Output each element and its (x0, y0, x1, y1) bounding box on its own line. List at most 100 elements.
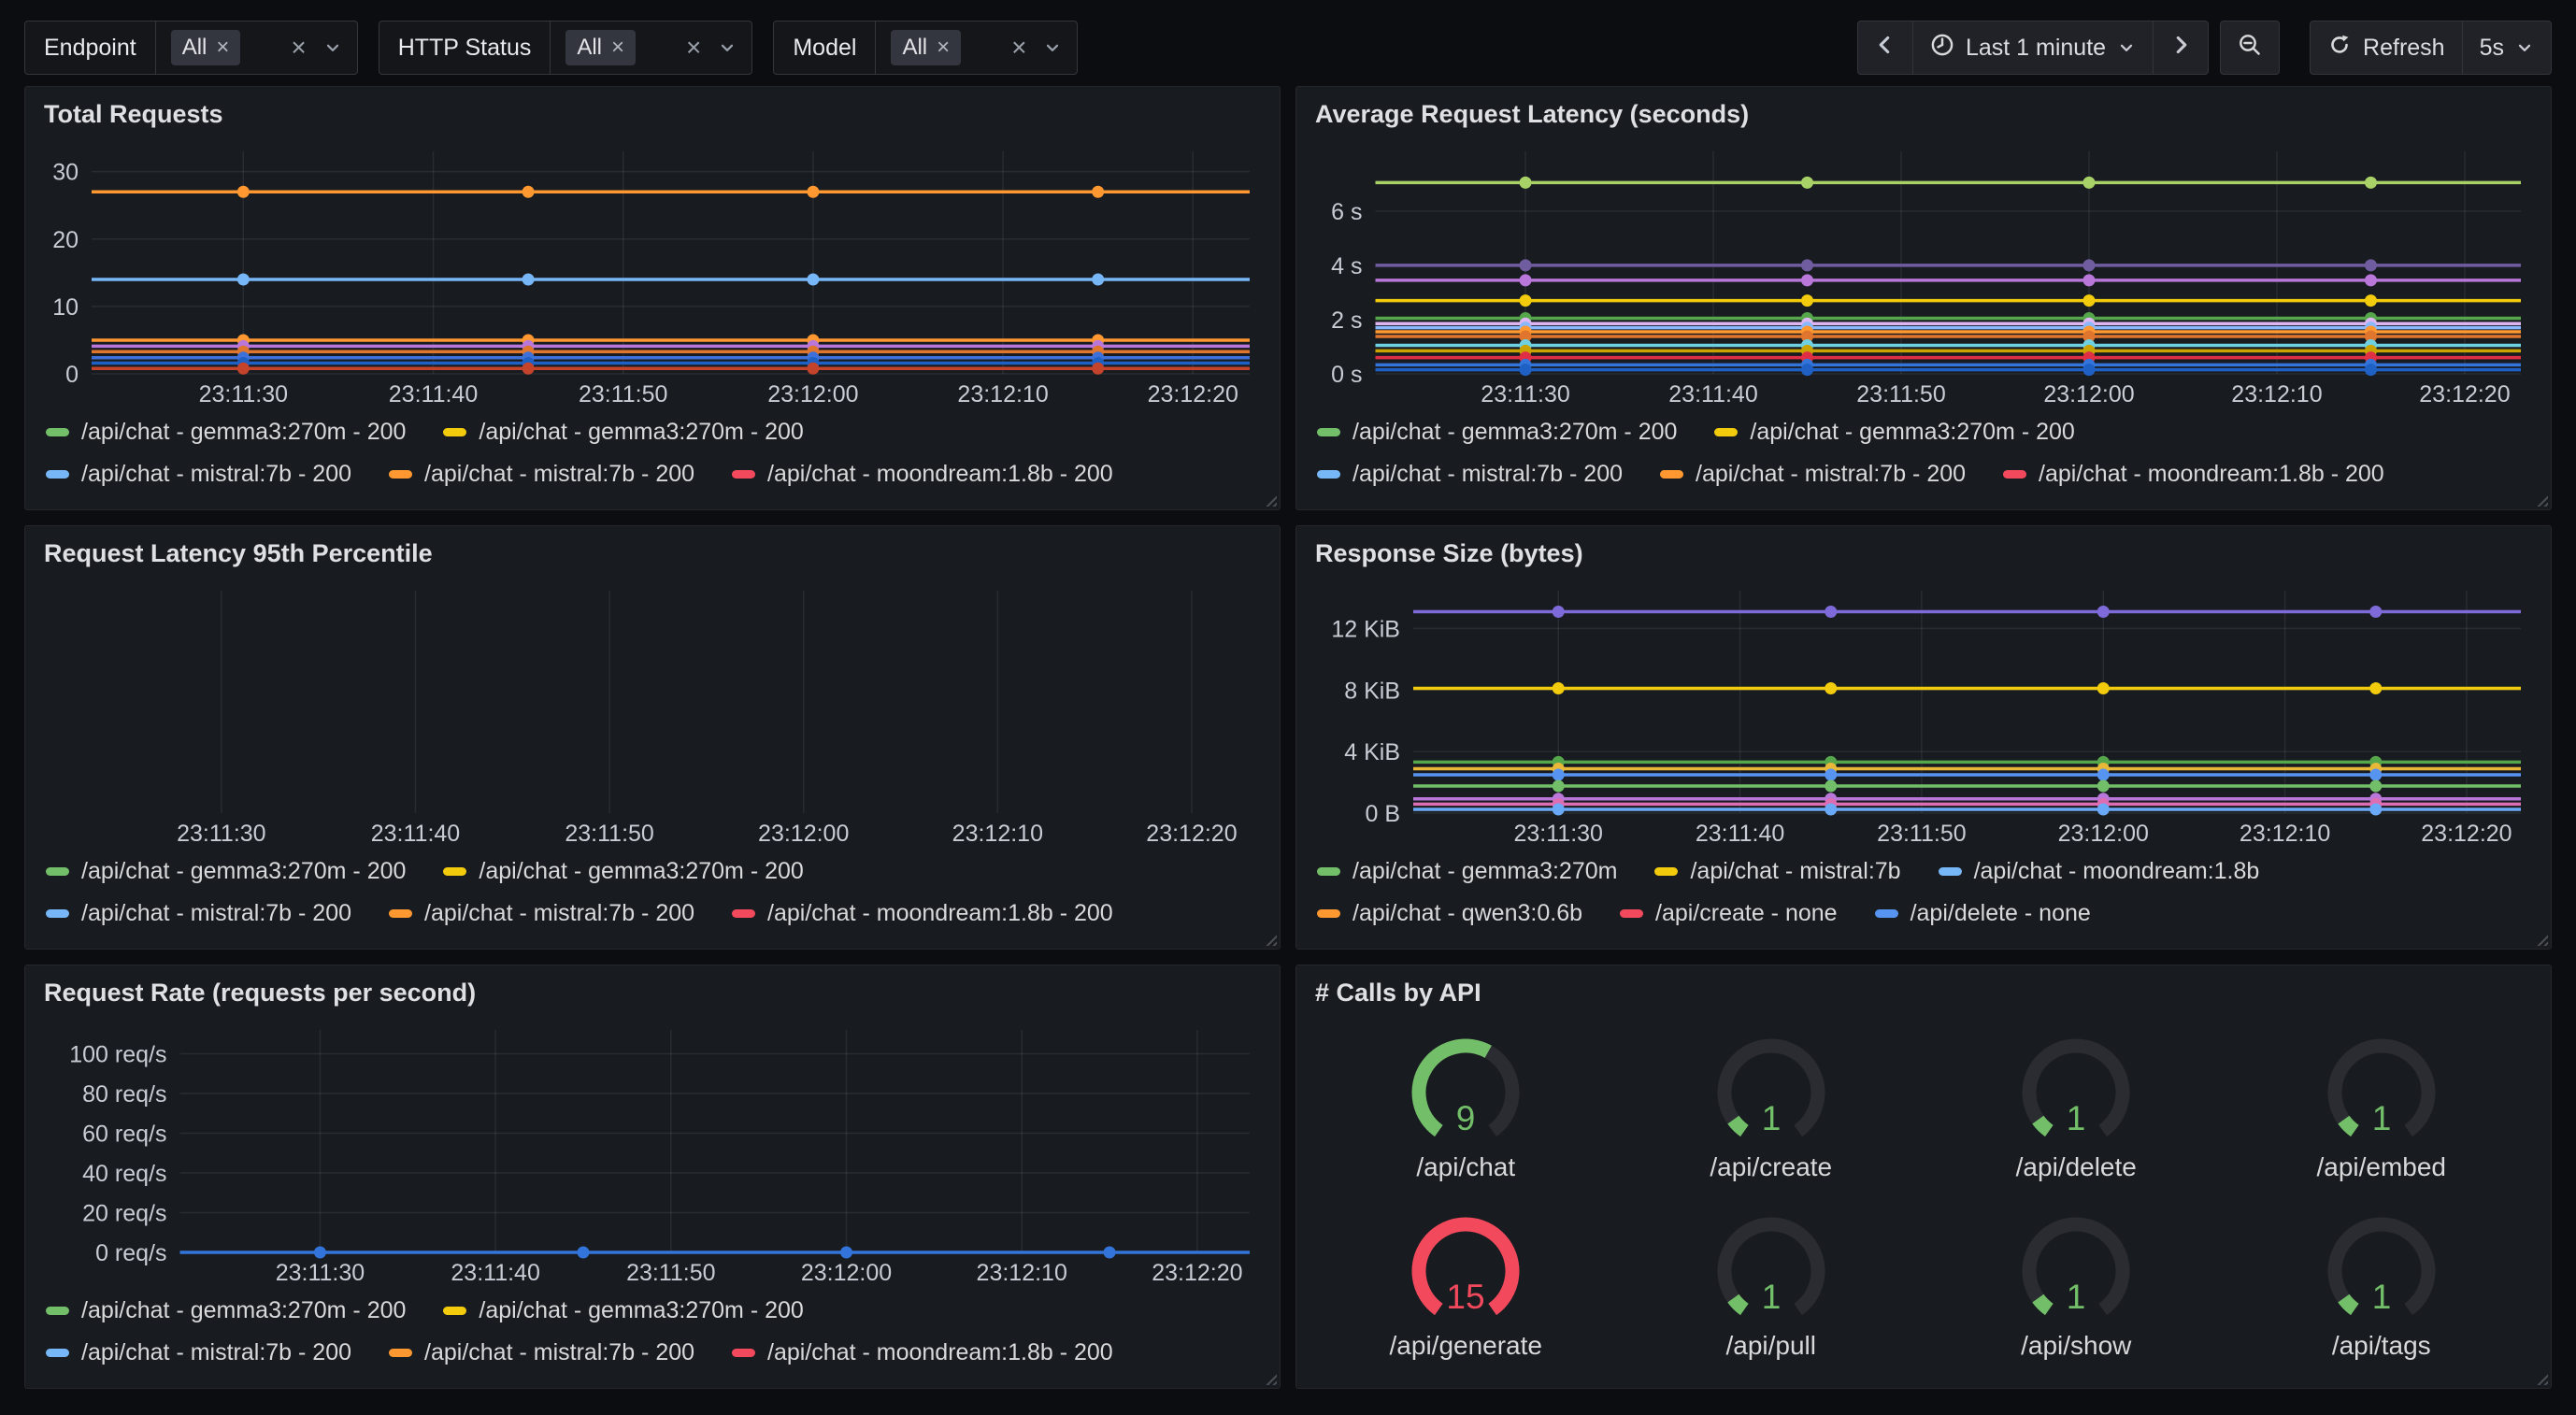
legend-item[interactable]: /api/chat - gemma3:270m - 200 (46, 858, 406, 885)
panel-resize-handle[interactable] (1263, 1371, 1277, 1385)
gauge-label: /api/chat (1416, 1152, 1515, 1182)
selected-option-chip[interactable]: All× (171, 30, 241, 65)
clear-selection-icon[interactable]: × (1011, 35, 1026, 61)
legend-item[interactable]: /api/create - none (1620, 900, 1838, 927)
svg-text:6 s: 6 s (1331, 199, 1362, 225)
response-size-chart[interactable]: 0 B4 KiB8 KiB12 KiB23:11:3023:11:4023:11… (1313, 579, 2534, 849)
legend-item[interactable]: /api/chat - moondream:1.8b - 200 (2003, 461, 2384, 488)
panel-title[interactable]: Request Latency 95th Percentile (44, 539, 1263, 568)
svg-text:23:12:20: 23:12:20 (1148, 381, 1238, 407)
legend-item[interactable]: /api/chat - mistral:7b - 200 (1317, 461, 1623, 488)
legend-item[interactable]: /api/chat - mistral:7b - 200 (389, 900, 694, 927)
panel-title[interactable]: # Calls by API (1315, 979, 2534, 1008)
selected-option-chip[interactable]: All× (891, 30, 961, 65)
refresh-button[interactable]: Refresh (2311, 21, 2462, 74)
refresh-interval-dropdown[interactable]: 5s (2462, 21, 2551, 74)
average-latency-chart[interactable]: 0 s2 s4 s6 s23:11:3023:11:4023:11:5023:1… (1313, 140, 2534, 409)
legend-item[interactable]: /api/chat - moondream:1.8b (1939, 858, 2260, 885)
panel-title[interactable]: Total Requests (44, 100, 1263, 129)
legend-series-label: /api/chat - moondream:1.8b - 200 (767, 1339, 1113, 1366)
clear-selection-icon[interactable]: × (686, 35, 701, 61)
legend-item[interactable]: /api/chat - mistral:7b (1654, 858, 1900, 885)
chart-legend: /api/chat - gemma3:270m - 200/api/chat -… (1313, 419, 2534, 488)
panel-resize-handle[interactable] (1263, 493, 1277, 507)
legend-item[interactable]: /api/chat - mistral:7b - 200 (389, 461, 694, 488)
gauge-arc: 1 (2288, 1035, 2475, 1151)
legend-series-swatch (46, 1307, 69, 1315)
latency-p95-chart[interactable]: 23:11:3023:11:4023:11:5023:12:0023:12:10… (42, 579, 1263, 849)
variable-select[interactable]: All × × (551, 21, 751, 74)
panel-title[interactable]: Request Rate (requests per second) (44, 979, 1263, 1008)
variable-select[interactable]: All×× (876, 21, 1077, 74)
legend-item[interactable]: /api/chat - moondream:1.8b - 200 (732, 1339, 1113, 1366)
total-requests-chart[interactable]: 010203023:11:3023:11:4023:11:5023:12:002… (42, 140, 1263, 409)
legend-item[interactable]: /api/chat - gemma3:270m - 200 (1714, 419, 2074, 446)
gauge-value: 1 (2371, 1099, 2391, 1137)
legend-item[interactable]: /api/chat - mistral:7b - 200 (46, 900, 351, 927)
legend-series-swatch (1939, 867, 1962, 876)
chart-legend: /api/chat - gemma3:270m - 200/api/chat -… (42, 419, 1263, 488)
legend-item[interactable]: /api/chat - gemma3:270m (1317, 858, 1617, 885)
time-range-picker[interactable]: Last 1 minute (1912, 21, 2153, 74)
panel-resize-handle[interactable] (2534, 932, 2548, 946)
selected-option-chip[interactable]: All × (565, 30, 636, 65)
panel-resize-handle[interactable] (1263, 932, 1277, 946)
svg-text:23:12:10: 23:12:10 (952, 821, 1043, 847)
legend-series-swatch (46, 909, 69, 918)
legend-item[interactable]: /api/chat - mistral:7b - 200 (1660, 461, 1966, 488)
svg-text:23:12:10: 23:12:10 (2240, 821, 2330, 847)
legend-series-label: /api/chat - moondream:1.8b - 200 (767, 461, 1113, 488)
chevron-down-icon[interactable] (718, 38, 737, 57)
legend-item[interactable]: /api/chat - gemma3:270m - 200 (443, 419, 803, 446)
panel-resize-handle[interactable] (2534, 493, 2548, 507)
panel-resize-handle[interactable] (2534, 1371, 2548, 1385)
zoom-out-group (2220, 21, 2280, 75)
clear-selection-icon[interactable]: × (291, 35, 306, 61)
legend-series-swatch (46, 867, 69, 876)
legend-item[interactable]: /api/chat - gemma3:270m - 200 (1317, 419, 1677, 446)
gauge-api-tags: 1/api/tags (2229, 1197, 2535, 1376)
chevron-down-icon[interactable] (1043, 38, 1062, 57)
gauge-value: 1 (2067, 1278, 2086, 1316)
legend-item[interactable]: /api/delete - none (1875, 900, 2091, 927)
legend-item[interactable]: /api/chat - mistral:7b - 200 (46, 461, 351, 488)
legend-item[interactable]: /api/chat - gemma3:270m - 200 (46, 1297, 406, 1324)
selected-option-text: All (577, 35, 602, 61)
svg-text:23:12:10: 23:12:10 (2231, 381, 2322, 407)
legend-series-swatch (46, 1349, 69, 1357)
svg-text:23:11:50: 23:11:50 (1877, 821, 1966, 847)
variable-select[interactable]: All×× (156, 21, 357, 74)
time-back-button[interactable] (1858, 21, 1912, 74)
refresh-group: Refresh 5s (2310, 21, 2552, 75)
legend-item[interactable]: /api/chat - gemma3:270m - 200 (46, 419, 406, 446)
svg-text:0 s: 0 s (1331, 362, 1362, 388)
zoom-out-button[interactable] (2221, 21, 2279, 74)
panel-title[interactable]: Average Request Latency (seconds) (1315, 100, 2534, 129)
legend-series-label: /api/chat - gemma3:270m - 200 (479, 858, 803, 885)
legend-item[interactable]: /api/chat - moondream:1.8b - 200 (732, 900, 1113, 927)
legend-item[interactable]: /api/chat - moondream:1.8b - 200 (732, 461, 1113, 488)
legend-series-label: /api/chat - qwen3:0.6b (1352, 900, 1582, 927)
legend-item[interactable]: /api/chat - qwen3:0.6b (1317, 900, 1582, 927)
legend-item[interactable]: /api/chat - mistral:7b - 200 (46, 1339, 351, 1366)
time-forward-button[interactable] (2153, 21, 2208, 74)
legend-item[interactable]: /api/chat - gemma3:270m - 200 (443, 858, 803, 885)
gauge-api-embed: 1/api/embed (2229, 1019, 2535, 1197)
legend-series-swatch (732, 470, 755, 479)
chart-legend: /api/chat - gemma3:270m - 200/api/chat -… (42, 858, 1263, 927)
time-controls: Last 1 minute (1857, 21, 2552, 75)
chevron-left-icon (1875, 35, 1896, 62)
remove-option-icon[interactable]: × (937, 36, 950, 59)
legend-series-swatch (1714, 428, 1738, 436)
svg-text:23:11:40: 23:11:40 (451, 1260, 539, 1286)
legend-series-swatch (443, 428, 466, 436)
panel-title[interactable]: Response Size (bytes) (1315, 539, 2534, 568)
chart-legend: /api/chat - gemma3:270m - 200/api/chat -… (42, 1297, 1263, 1366)
legend-series-label: /api/chat - mistral:7b (1690, 858, 1900, 885)
remove-option-icon[interactable]: × (216, 36, 229, 59)
remove-option-icon[interactable]: × (611, 36, 624, 59)
request-rate-chart[interactable]: 0 req/s20 req/s40 req/s60 req/s80 req/s1… (42, 1019, 1263, 1288)
legend-item[interactable]: /api/chat - gemma3:270m - 200 (443, 1297, 803, 1324)
legend-item[interactable]: /api/chat - mistral:7b - 200 (389, 1339, 694, 1366)
chevron-down-icon[interactable] (323, 38, 342, 57)
